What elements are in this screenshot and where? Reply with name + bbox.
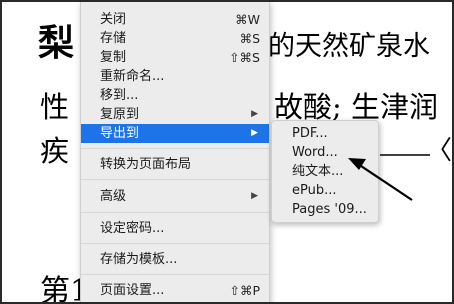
annotation-arrow xyxy=(348,154,430,201)
